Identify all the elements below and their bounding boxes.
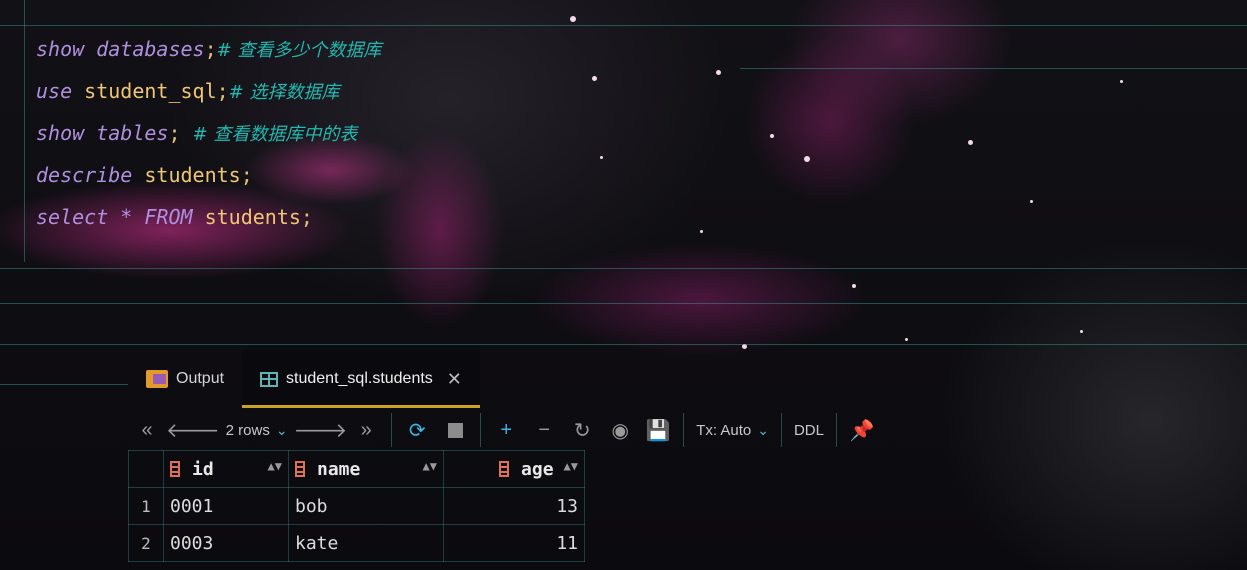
column-label: id xyxy=(192,458,214,480)
row-number: 1 xyxy=(128,487,164,525)
tab-student-sql-students[interactable]: student_sql.students ✕ xyxy=(242,350,480,408)
cell-age[interactable]: 11 xyxy=(443,524,585,562)
cell-id[interactable]: 0003 xyxy=(163,524,289,562)
editor-line-separator xyxy=(740,68,1247,69)
column-icon xyxy=(499,460,510,477)
toolbar-separator xyxy=(780,413,782,447)
toolbar-separator xyxy=(683,413,685,447)
sort-icon[interactable]: ▲▼ xyxy=(268,459,282,473)
keyword-token: describe xyxy=(36,163,145,187)
cell-age[interactable]: 13 xyxy=(443,487,585,525)
editor-gutter xyxy=(24,0,25,262)
add-row-icon[interactable]: + xyxy=(487,410,525,450)
editor-line-separator xyxy=(0,25,1247,26)
header-row: id ▲▼ name ▲▼ age ▲▼ xyxy=(128,450,585,488)
tx-mode-selector[interactable]: Tx: Auto ⌄ xyxy=(690,422,775,439)
sql-editor[interactable]: show databases;# 查看多少个数据库 use student_sq… xyxy=(36,28,381,238)
keyword-token: select * FROM xyxy=(36,205,205,229)
table-icon xyxy=(260,371,279,387)
tab-output[interactable]: Output xyxy=(128,350,242,408)
sort-icon[interactable]: ▲▼ xyxy=(423,459,437,473)
panel-left-border xyxy=(0,384,128,385)
ddl-button[interactable]: DDL xyxy=(788,422,830,439)
tx-label: Tx: Auto xyxy=(696,421,752,439)
code-line: describe students; xyxy=(36,154,381,196)
first-page-icon[interactable]: « xyxy=(128,410,166,450)
cell-name[interactable]: bob xyxy=(288,487,444,525)
identifier-token: students xyxy=(204,205,301,229)
chevron-down-icon: ⌄ xyxy=(757,421,769,438)
punct-token: ; xyxy=(204,37,217,61)
comment-token: # 选择数据库 xyxy=(228,82,340,103)
tab-table-label: student_sql.students xyxy=(286,370,433,387)
code-line: show databases;# 查看多少个数据库 xyxy=(36,28,381,70)
identifier-token: student_sql xyxy=(84,79,217,103)
results-toolbar: « 🡐 2 rows ⌄ 🡒 » ⟳ + − ↻ ◉ 💾 Tx: Auto ⌄ DD… xyxy=(128,410,1247,450)
punct-token: ; xyxy=(168,121,193,145)
row-number-header xyxy=(128,450,164,488)
code-line: show tables; # 查看数据库中的表 xyxy=(36,112,381,154)
save-icon[interactable]: 💾 xyxy=(639,410,677,450)
tab-output-label: Output xyxy=(176,370,225,387)
stop-icon[interactable] xyxy=(436,410,474,450)
rows-label: 2 rows xyxy=(225,421,270,439)
previous-page-icon[interactable]: 🡐 xyxy=(166,410,220,450)
last-page-icon[interactable]: » xyxy=(347,410,385,450)
punct-token: ; xyxy=(216,79,229,103)
view-icon[interactable]: ◉ xyxy=(601,410,639,450)
results-grid: id ▲▼ name ▲▼ age ▲▼ 1 0001 bob 13 2 0003 k… xyxy=(128,450,585,562)
identifier-token: students xyxy=(144,163,241,187)
results-tabbar: Output student_sql.students ✕ xyxy=(128,350,480,408)
punct-token: ; xyxy=(240,163,253,187)
chevron-down-icon: ⌄ xyxy=(275,421,288,438)
close-icon[interactable]: ✕ xyxy=(447,369,462,390)
code-line: use student_sql;# 选择数据库 xyxy=(36,70,381,112)
cell-id[interactable]: 0001 xyxy=(163,487,289,525)
table-row[interactable]: 2 0003 kate 11 xyxy=(128,524,585,562)
pin-icon[interactable]: 📌 xyxy=(843,410,881,450)
keyword-token: use xyxy=(36,79,85,103)
panel-top-border xyxy=(0,344,1247,345)
cell-name[interactable]: kate xyxy=(288,524,444,562)
column-header-id[interactable]: id ▲▼ xyxy=(163,450,289,488)
rows-selector[interactable]: 2 rows ⌄ xyxy=(220,422,294,439)
column-icon xyxy=(170,460,180,477)
column-label: name xyxy=(317,458,361,480)
output-icon xyxy=(146,370,168,388)
keyword-token: show databases xyxy=(36,37,205,61)
comment-token: # 查看数据库中的表 xyxy=(192,124,358,145)
column-header-age[interactable]: age ▲▼ xyxy=(443,450,585,488)
comment-token: # 查看多少个数据库 xyxy=(216,40,382,61)
editor-line-separator xyxy=(0,268,1247,269)
next-page-icon[interactable]: 🡒 xyxy=(294,410,348,450)
toolbar-separator xyxy=(391,413,393,447)
column-header-name[interactable]: name ▲▼ xyxy=(288,450,444,488)
toolbar-separator xyxy=(835,413,837,447)
revert-icon[interactable]: ↻ xyxy=(563,410,601,450)
toolbar-separator xyxy=(480,413,482,447)
column-icon xyxy=(295,460,305,477)
refresh-icon[interactable]: ⟳ xyxy=(398,410,436,450)
delete-row-icon[interactable]: − xyxy=(525,410,563,450)
punct-token: ; xyxy=(300,205,313,229)
editor-line-separator xyxy=(0,303,1247,304)
sort-icon[interactable]: ▲▼ xyxy=(564,459,578,473)
table-row[interactable]: 1 0001 bob 13 xyxy=(128,487,585,525)
keyword-token: show tables xyxy=(36,121,169,145)
row-number: 2 xyxy=(128,524,164,562)
column-label: age xyxy=(521,458,554,480)
code-line: select * FROM students; xyxy=(36,196,381,238)
